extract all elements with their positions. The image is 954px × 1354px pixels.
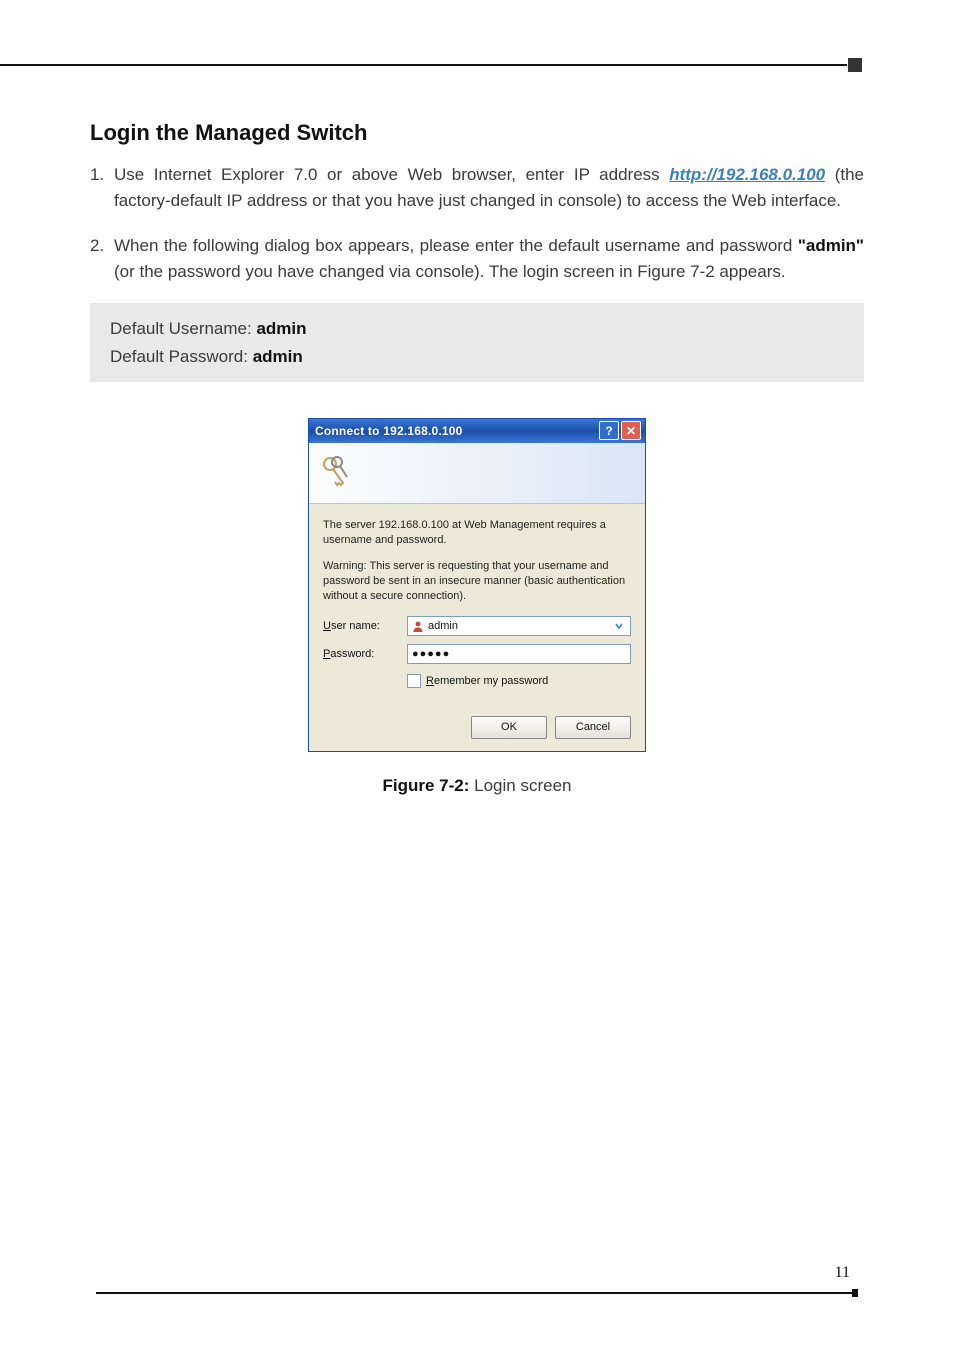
remember-row: Remember my password <box>323 674 631 688</box>
figure-caption: Figure 7-2: Login screen <box>90 776 864 796</box>
remember-label: Remember my password <box>426 675 548 687</box>
login-dialog: Connect to 192.168.0.100 ? ✕ The server … <box>308 418 646 752</box>
close-button[interactable]: ✕ <box>621 421 641 440</box>
password-value: ●●●●● <box>412 648 626 660</box>
default-password-value: admin <box>253 347 303 366</box>
password-label: Password: <box>323 648 407 660</box>
step-1: 1. Use Internet Explorer 7.0 or above We… <box>90 162 864 215</box>
step-text: (or the password you have changed via co… <box>114 262 786 281</box>
dialog-buttons: OK Cancel <box>323 716 631 739</box>
dialog-message-1: The server 192.168.0.100 at Web Manageme… <box>323 518 631 548</box>
default-username-label: Default Username: <box>110 319 256 338</box>
dialog-message-2: Warning: This server is requesting that … <box>323 559 631 604</box>
person-icon <box>412 620 424 632</box>
footer-rule <box>96 1292 858 1294</box>
footer-tick-icon <box>852 1289 858 1297</box>
step-text: When the following dialog box appears, p… <box>114 236 798 255</box>
help-button[interactable]: ? <box>599 421 619 440</box>
figure-wrap: Connect to 192.168.0.100 ? ✕ The server … <box>90 418 864 752</box>
username-row: User name: admin <box>323 616 631 636</box>
header-rule <box>0 64 847 66</box>
remember-checkbox[interactable] <box>407 674 421 688</box>
step-number: 1. <box>90 162 114 215</box>
step-2: 2. When the following dialog box appears… <box>90 233 864 286</box>
username-label: User name: <box>323 620 407 632</box>
username-value: admin <box>428 620 612 632</box>
header-tick-icon <box>848 58 862 72</box>
step-number: 2. <box>90 233 114 286</box>
cancel-button[interactable]: Cancel <box>555 716 631 739</box>
step-text: Use Internet Explorer 7.0 or above Web b… <box>114 165 669 184</box>
default-ip-link[interactable]: http://192.168.0.100 <box>669 165 825 184</box>
default-username-value: admin <box>256 319 306 338</box>
dialog-title: Connect to 192.168.0.100 <box>315 424 597 438</box>
ok-button[interactable]: OK <box>471 716 547 739</box>
dialog-titlebar: Connect to 192.168.0.100 ? ✕ <box>309 419 645 443</box>
credentials-box: Default Username: admin Default Password… <box>90 303 864 381</box>
caption-bold: Figure 7-2: <box>383 776 470 795</box>
default-password-label: Default Password: <box>110 347 253 366</box>
footer-rule-wrap <box>0 1292 954 1294</box>
page-number: 11 <box>835 1264 850 1282</box>
step-bold: "admin" <box>798 236 864 255</box>
password-input[interactable]: ●●●●● <box>407 644 631 664</box>
caption-text: Login screen <box>469 776 571 795</box>
dialog-banner <box>309 443 645 504</box>
keys-icon <box>319 455 351 491</box>
username-input[interactable]: admin <box>407 616 631 636</box>
chevron-down-icon[interactable] <box>612 622 626 630</box>
section-heading: Login the Managed Switch <box>90 120 864 146</box>
password-row: Password: ●●●●● <box>323 644 631 664</box>
steps-list: 1. Use Internet Explorer 7.0 or above We… <box>90 162 864 285</box>
